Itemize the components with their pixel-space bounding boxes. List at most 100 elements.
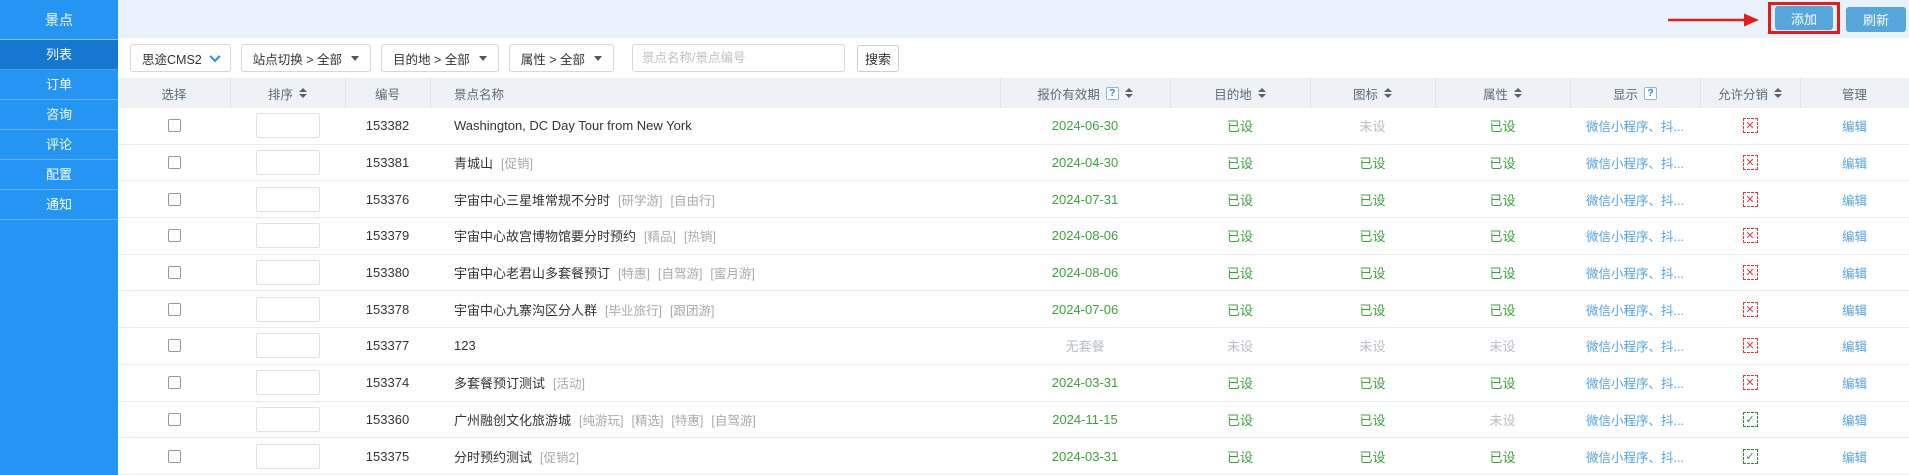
distribution-denied-cross-icon[interactable]: ✕ <box>1742 155 1758 171</box>
row-checkbox[interactable] <box>167 339 181 353</box>
row-valid: 无套餐 <box>1065 339 1105 355</box>
attribute-filter-dropdown[interactable]: 属性 > 全部 <box>508 44 614 72</box>
row-attribute: 已设 <box>1489 266 1516 282</box>
row-checkbox[interactable] <box>167 376 181 390</box>
help-icon[interactable]: ? <box>1105 86 1119 100</box>
row-display-link[interactable]: 微信小程序、抖... <box>1586 226 1684 245</box>
table-row: 153382 Washington, DC Day Tour from New … <box>118 108 1909 145</box>
chevron-down-icon <box>209 50 221 63</box>
help-icon[interactable]: ? <box>1644 86 1657 100</box>
row-tag: [精选] <box>631 413 664 428</box>
row-edit-link[interactable]: 编辑 <box>1842 373 1867 392</box>
sort-arrows-icon[interactable] <box>1124 88 1133 98</box>
row-destination: 已设 <box>1226 119 1253 135</box>
sort-arrows-icon[interactable] <box>299 88 307 98</box>
row-display-link[interactable]: 微信小程序、抖... <box>1586 410 1684 429</box>
col-destination: 目的地 <box>1170 78 1310 108</box>
sort-arrows-icon[interactable] <box>1384 88 1392 98</box>
distribution-denied-cross-icon[interactable]: ✕ <box>1742 301 1758 317</box>
row-edit-link[interactable]: 编辑 <box>1842 410 1867 429</box>
row-sort-input[interactable] <box>255 333 320 359</box>
row-checkbox[interactable] <box>167 192 181 206</box>
row-sort-input[interactable] <box>255 113 320 139</box>
row-display-link[interactable]: 微信小程序、抖... <box>1586 447 1684 466</box>
attribute-filter-label: 属性 > 全部 <box>520 52 585 67</box>
sort-arrows-icon[interactable] <box>1257 88 1266 98</box>
refresh-button[interactable]: 刷新 <box>1846 7 1906 32</box>
sidebar-item-评论[interactable]: 评论 <box>0 130 118 160</box>
distribution-denied-cross-icon[interactable]: ✕ <box>1742 375 1758 391</box>
row-display-link[interactable]: 微信小程序、抖... <box>1586 190 1684 209</box>
row-tags: [促销] <box>493 153 533 172</box>
distribution-denied-cross-icon[interactable]: ✕ <box>1742 228 1758 244</box>
sort-arrows-icon[interactable] <box>1774 88 1782 98</box>
row-edit-link[interactable]: 编辑 <box>1842 226 1867 245</box>
sidebar-item-订单[interactable]: 订单 <box>0 70 118 100</box>
distribution-allowed-check-icon[interactable]: ✓ <box>1742 448 1758 464</box>
row-edit-link[interactable]: 编辑 <box>1842 116 1867 135</box>
row-name: Washington, DC Day Tour from New York <box>454 118 692 134</box>
distribution-denied-cross-icon[interactable]: ✕ <box>1742 265 1758 281</box>
row-sort-input[interactable] <box>255 186 320 212</box>
row-name: 广州融创文化旅游城 <box>454 412 572 428</box>
distribution-denied-cross-icon[interactable]: ✕ <box>1742 118 1758 134</box>
table-body: 153382 Washington, DC Day Tour from New … <box>118 108 1909 475</box>
site-switch-dropdown[interactable]: 站点切换 > 全部 <box>240 44 371 72</box>
row-edit-link[interactable]: 编辑 <box>1842 300 1867 319</box>
row-sort-input[interactable] <box>255 260 320 286</box>
row-icon-state: 已设 <box>1359 302 1386 318</box>
row-display-link[interactable]: 微信小程序、抖... <box>1586 116 1684 135</box>
row-sort-input[interactable] <box>255 296 320 322</box>
row-attribute: 已设 <box>1489 192 1516 208</box>
row-display-link[interactable]: 微信小程序、抖... <box>1586 300 1684 319</box>
search-input[interactable] <box>631 44 845 72</box>
table-row: 153380 宇宙中心老君山多套餐预订 [特惠] [自驾游] [蜜月游] 2024-0… <box>118 255 1909 292</box>
row-edit-link[interactable]: 编辑 <box>1842 336 1867 355</box>
row-tag: [热销] <box>683 230 716 245</box>
sidebar-item-咨询[interactable]: 咨询 <box>0 100 118 130</box>
row-checkbox[interactable] <box>167 302 181 316</box>
destination-filter-dropdown[interactable]: 目的地 > 全部 <box>380 44 499 72</box>
row-sort-input[interactable] <box>255 406 320 432</box>
row-display-link[interactable]: 微信小程序、抖... <box>1586 373 1684 392</box>
row-display-link[interactable]: 微信小程序、抖... <box>1586 263 1684 282</box>
caret-down-icon <box>478 55 487 61</box>
filter-toolbar: 思途CMS2 站点切换 > 全部 目的地 > 全部 属性 > 全部 搜索 <box>118 38 1909 78</box>
site-select-dropdown[interactable]: 思途CMS2 <box>130 44 231 72</box>
row-edit-link[interactable]: 编辑 <box>1842 447 1867 466</box>
row-sort-input[interactable] <box>255 150 320 176</box>
sidebar-item-通知[interactable]: 通知 <box>0 190 118 220</box>
col-display: 显示? <box>1570 78 1700 108</box>
row-edit-link[interactable]: 编辑 <box>1842 153 1867 172</box>
row-display-link[interactable]: 微信小程序、抖... <box>1586 153 1684 172</box>
row-sort-input[interactable] <box>255 443 320 469</box>
row-checkbox[interactable] <box>167 449 181 463</box>
row-sort-input[interactable] <box>255 223 320 249</box>
row-checkbox[interactable] <box>167 412 181 426</box>
add-button[interactable]: 添加 <box>1775 6 1833 30</box>
row-sort-input[interactable] <box>255 370 320 396</box>
row-attribute: 已设 <box>1489 229 1516 245</box>
row-checkbox[interactable] <box>167 229 181 243</box>
search-button[interactable]: 搜索 <box>856 44 899 72</box>
distribution-allowed-check-icon[interactable]: ✓ <box>1742 411 1758 427</box>
sort-arrows-icon[interactable] <box>1514 88 1522 98</box>
row-destination: 已设 <box>1226 266 1253 282</box>
sidebar-title: 景点 <box>0 0 118 40</box>
row-checkbox[interactable] <box>167 156 181 170</box>
row-destination: 已设 <box>1226 192 1253 208</box>
col-icon: 图标 <box>1310 78 1435 108</box>
distribution-denied-cross-icon[interactable]: ✕ <box>1742 191 1758 207</box>
row-tag: [纯游玩] <box>579 413 624 428</box>
row-display-link[interactable]: 微信小程序、抖... <box>1586 336 1684 355</box>
row-destination: 已设 <box>1226 449 1253 465</box>
row-edit-link[interactable]: 编辑 <box>1842 263 1867 282</box>
row-checkbox[interactable] <box>167 266 181 280</box>
row-edit-link[interactable]: 编辑 <box>1842 190 1867 209</box>
sidebar-item-配置[interactable]: 配置 <box>0 160 118 190</box>
row-tag: [特惠] <box>618 267 650 282</box>
row-checkbox[interactable] <box>167 119 181 133</box>
distribution-denied-cross-icon[interactable]: ✕ <box>1742 338 1758 354</box>
sidebar-item-列表[interactable]: 列表 <box>0 40 118 70</box>
row-id: 153378 <box>365 301 410 317</box>
